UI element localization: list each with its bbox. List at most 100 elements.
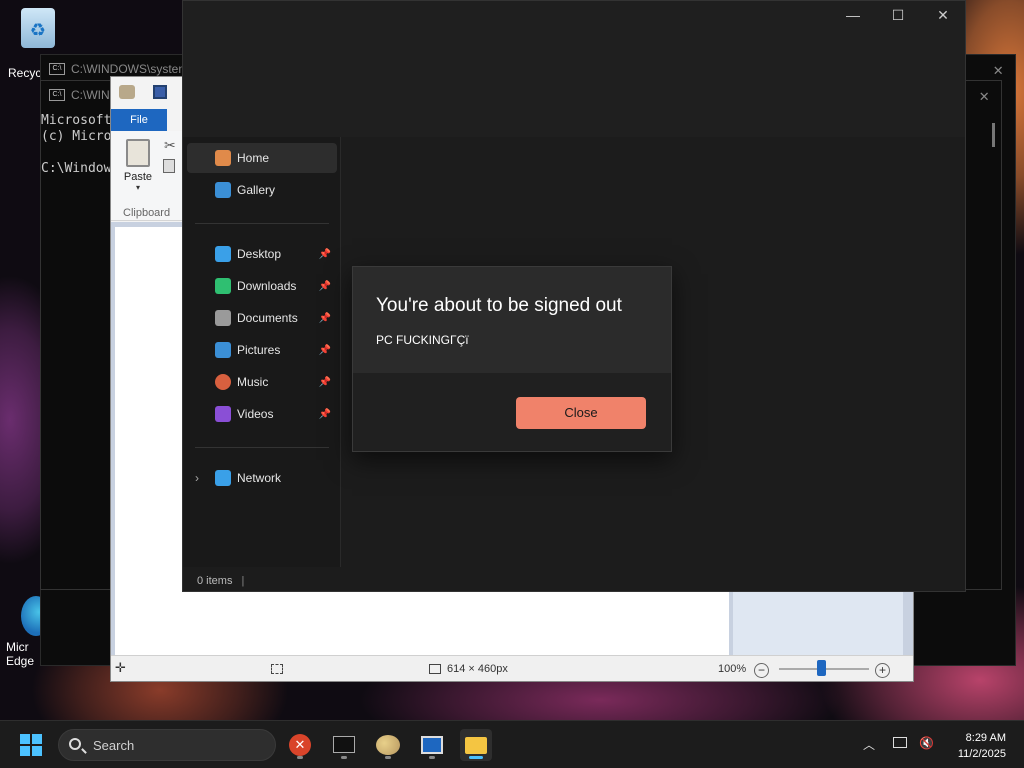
console-line: Microsoft — [41, 113, 112, 128]
pin-icon[interactable]: 📌 — [319, 281, 331, 292]
explorer-titlebar[interactable]: — ☐ ✕ — [183, 1, 965, 137]
taskbar-app-window[interactable] — [416, 729, 448, 761]
maximize-icon[interactable]: ☐ — [883, 7, 913, 24]
downloads-icon — [215, 278, 231, 294]
nav-item-label: Downloads — [237, 279, 297, 293]
network-status-icon[interactable] — [893, 737, 907, 748]
svg-text:♻: ♻ — [30, 20, 46, 41]
console-title: C:\WINDOWS\system — [71, 62, 189, 76]
chevron-down-icon: ▾ — [135, 183, 140, 192]
pin-icon[interactable]: 📌 — [319, 313, 331, 324]
nav-item-label: Music — [237, 375, 269, 389]
recycle-bin-icon: ♻ — [21, 8, 55, 48]
console-icon: C:\ — [49, 89, 65, 101]
clock[interactable]: 8:29 AM 11/2/2025 — [958, 730, 1006, 762]
paint-icon — [376, 735, 400, 755]
pin-icon[interactable]: 📌 — [319, 345, 331, 356]
nav-item-home[interactable]: Home — [187, 143, 337, 173]
clipboard-icon — [126, 139, 150, 167]
cursor-position-icon: ✛ — [115, 660, 126, 675]
taskbar-app-paint[interactable] — [372, 729, 404, 761]
nav-item-label: Desktop — [237, 247, 282, 261]
search-label: Search — [93, 738, 135, 753]
console-line: C:\Window — [41, 161, 112, 176]
nav-item-label: Videos — [237, 407, 274, 421]
desktop-icon-recycle-bin[interactable]: ♻ Recyc — [8, 8, 68, 80]
taskbar-app-terminal[interactable] — [328, 729, 360, 761]
nav-item-label: Gallery — [237, 183, 276, 197]
volume-muted-icon[interactable]: 🔇 — [919, 736, 934, 750]
pin-icon[interactable]: 📌 — [319, 249, 331, 260]
nav-item-gallery[interactable]: Gallery — [187, 175, 337, 205]
zoom-in-button[interactable]: + — [875, 663, 890, 678]
item-count: 0 items — [197, 575, 233, 587]
nav-item-desktop[interactable]: Desktop 📌 — [187, 239, 337, 269]
nav-item-network[interactable]: › Network — [187, 463, 337, 493]
videos-icon — [215, 406, 231, 422]
console-title: C:\WIN — [71, 88, 110, 102]
status-divider: | — [241, 575, 245, 587]
gallery-icon — [215, 182, 231, 198]
nav-divider — [195, 223, 329, 224]
window-app-icon — [421, 736, 443, 754]
chevron-right-icon[interactable]: › — [195, 471, 199, 485]
desktop-icon-label: Recyc — [8, 66, 42, 80]
nav-item-label: Pictures — [237, 343, 281, 357]
close-app-icon: ✕ — [289, 734, 311, 756]
paste-button[interactable]: Paste ▾ — [123, 139, 153, 192]
taskbar-app-file-explorer[interactable] — [460, 729, 492, 761]
pin-icon[interactable]: 📌 — [319, 409, 331, 420]
nav-item-downloads[interactable]: Downloads 📌 — [187, 271, 337, 301]
file-explorer-icon — [465, 737, 487, 754]
minimize-icon[interactable]: — — [838, 7, 868, 23]
desktop-icon — [215, 246, 231, 262]
network-icon — [215, 470, 231, 486]
zoom-slider-thumb[interactable] — [817, 660, 826, 676]
explorer-nav-pane: Home Gallery Desktop 📌 Downloads 📌 Docum… — [183, 137, 341, 567]
pictures-icon — [215, 342, 231, 358]
copy-icon[interactable] — [163, 159, 175, 173]
close-icon[interactable]: ✕ — [979, 86, 989, 105]
save-icon[interactable] — [153, 85, 167, 99]
chevron-up-icon[interactable]: ︿ — [863, 736, 875, 753]
nav-item-label: Home — [237, 151, 270, 165]
close-button[interactable]: Close — [516, 397, 646, 429]
paint-scrollbar[interactable] — [733, 592, 903, 656]
terminal-icon — [333, 736, 355, 753]
explorer-statusbar: 0 items | — [197, 575, 244, 587]
music-icon — [215, 374, 231, 390]
start-button[interactable] — [20, 734, 42, 756]
taskbar-app-close[interactable]: ✕ — [284, 729, 316, 761]
nav-item-music[interactable]: Music 📌 — [187, 367, 337, 397]
paint-statusbar: ✛ 614 × 460px 100% − + — [111, 655, 913, 681]
zoom-level: 100% — [718, 663, 747, 675]
nav-divider — [195, 447, 329, 448]
sign-out-dialog: You're about to be signed out PC FUCKING… — [352, 266, 672, 452]
cut-icon[interactable]: ✂ — [164, 137, 176, 154]
clock-date: 11/2/2025 — [957, 748, 1006, 760]
pin-icon[interactable]: 📌 — [319, 377, 331, 388]
file-tab[interactable]: File — [111, 109, 167, 131]
canvas-size-icon — [429, 664, 441, 674]
nav-item-label: Network — [237, 471, 282, 485]
windows-logo-icon — [20, 734, 30, 744]
documents-icon — [215, 310, 231, 326]
canvas-dimensions: 614 × 460px — [447, 663, 508, 675]
console-icon: C:\ — [49, 63, 65, 75]
clipboard-group-label: Clipboard — [123, 207, 171, 219]
nav-item-pictures[interactable]: Pictures 📌 — [187, 335, 337, 365]
close-icon[interactable]: ✕ — [928, 7, 958, 24]
search-box[interactable]: Search — [58, 729, 276, 761]
dialog-message: PC FUCKINGΓÇï — [376, 333, 469, 347]
close-icon[interactable]: ✕ — [993, 60, 1003, 79]
zoom-out-button[interactable]: − — [754, 663, 769, 678]
dialog-title: You're about to be signed out — [376, 295, 622, 316]
paint-app-icon — [119, 85, 135, 99]
selection-size-icon — [271, 664, 283, 674]
home-icon — [215, 150, 231, 166]
clock-time: 8:29 AM — [965, 732, 1006, 744]
nav-item-documents[interactable]: Documents 📌 — [187, 303, 337, 333]
console-scrollbar[interactable] — [992, 123, 995, 147]
paste-label: Paste — [123, 171, 153, 183]
nav-item-videos[interactable]: Videos 📌 — [187, 399, 337, 429]
